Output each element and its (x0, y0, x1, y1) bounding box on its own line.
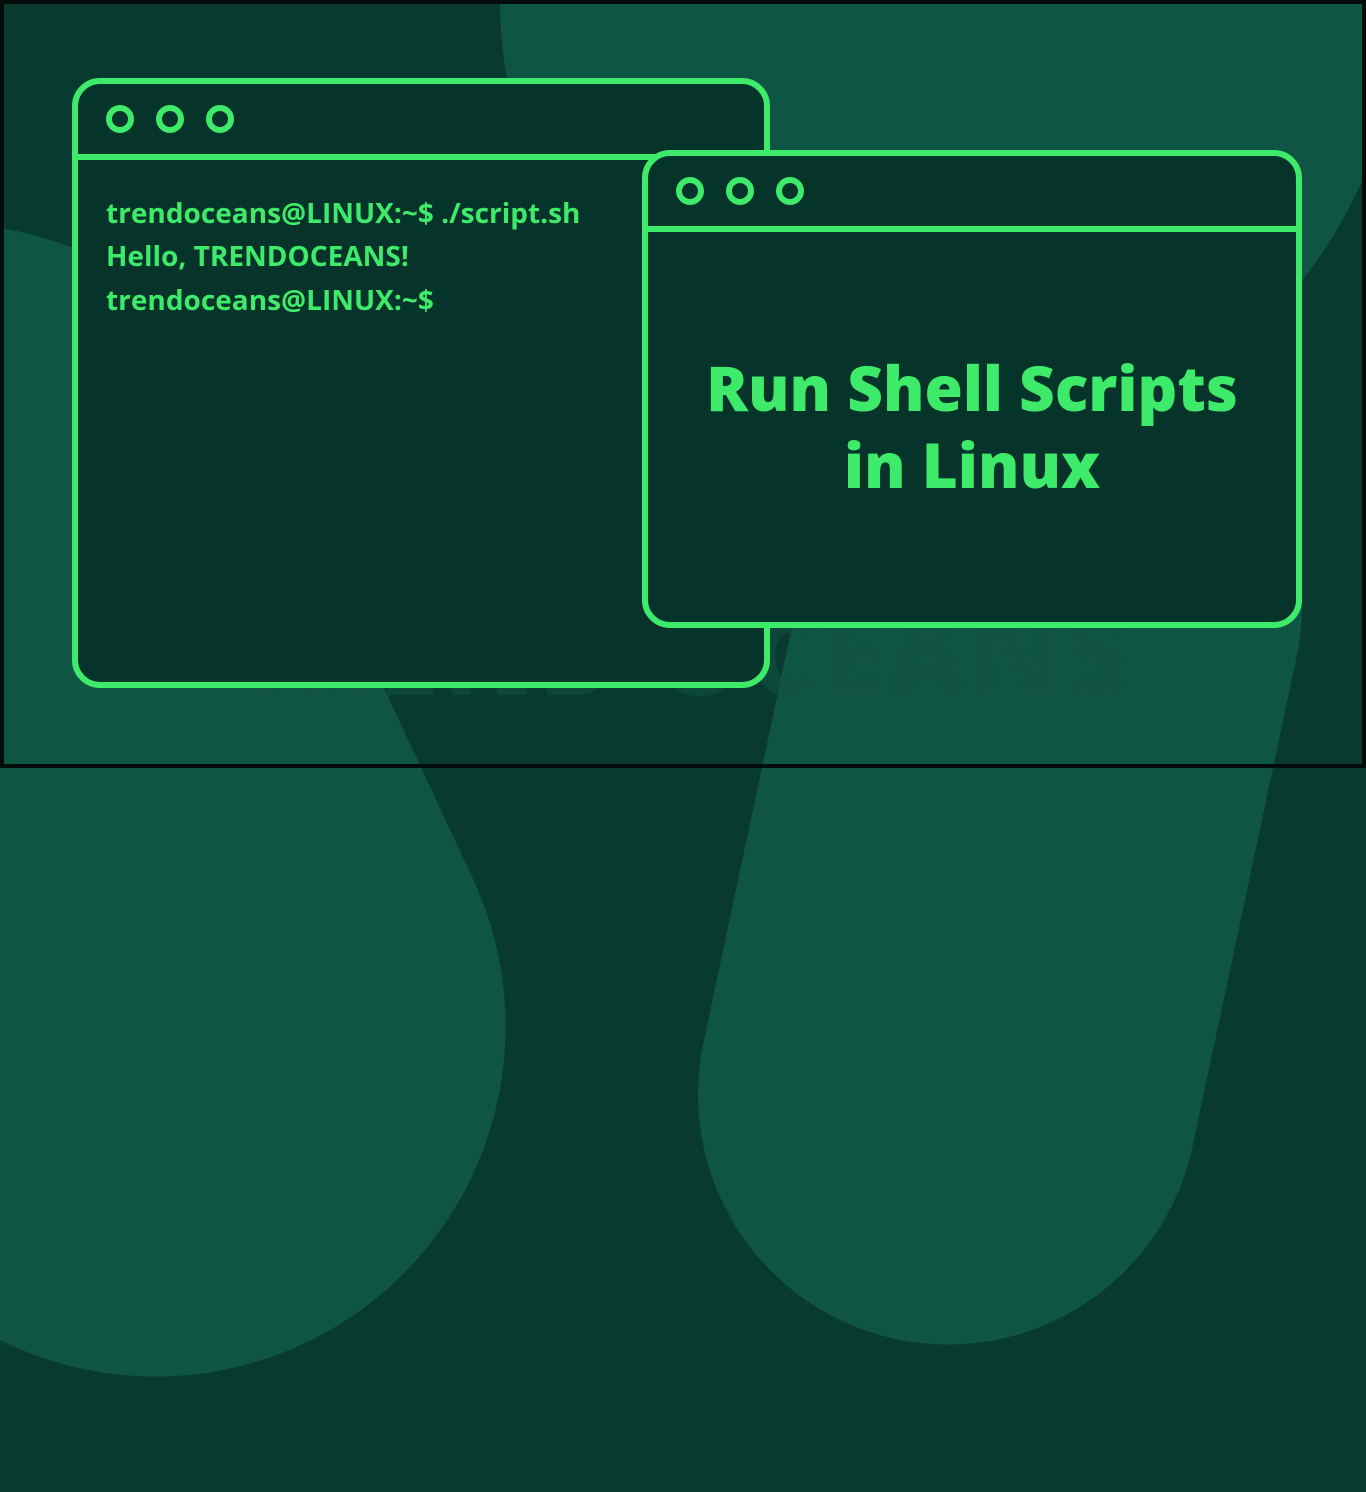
card-body: Run Shell Scripts in Linux (648, 232, 1296, 622)
window-control-icon (156, 105, 184, 133)
window-control-icon (726, 177, 754, 205)
window-control-icon (676, 177, 704, 205)
card-heading: Run Shell Scripts in Linux (688, 350, 1256, 505)
window-control-icon (106, 105, 134, 133)
title-card-window: Run Shell Scripts in Linux (642, 150, 1302, 628)
window-control-icon (776, 177, 804, 205)
card-titlebar (648, 156, 1296, 232)
window-control-icon (206, 105, 234, 133)
terminal-titlebar (78, 84, 764, 160)
